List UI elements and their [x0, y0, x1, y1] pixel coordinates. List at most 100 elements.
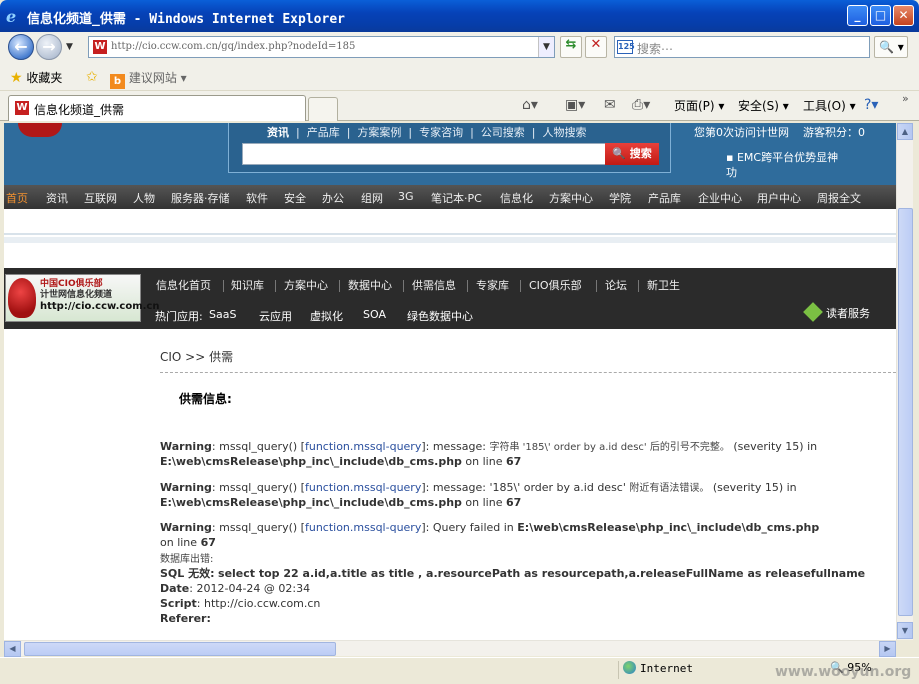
scroll-down-button[interactable]: ▼ [897, 622, 913, 639]
main-nav-item[interactable]: 用户中心 [757, 190, 801, 206]
safety-menu[interactable]: 安全(S) ▾ [738, 97, 789, 114]
top-nav-news[interactable]: 资讯 [267, 126, 289, 139]
favorites-button[interactable]: ★ 收藏夹 [10, 69, 62, 86]
function-doc-link[interactable]: function.mssql-query [305, 481, 421, 494]
print-icon[interactable]: ⎙▾ [632, 97, 650, 113]
hot-app-item[interactable]: 云应用 [259, 308, 292, 324]
main-nav-item[interactable]: 学院 [609, 190, 631, 206]
new-tab-button[interactable] [308, 97, 338, 121]
cio-nav-item[interactable]: 论坛 [605, 277, 627, 293]
error-block: Warning: mssql_query() [function.mssql-q… [160, 521, 866, 625]
main-nav-item[interactable]: 首页 [6, 190, 28, 206]
cio-nav-item[interactable]: 方案中心 [284, 277, 328, 293]
address-url[interactable]: http://cio.ccw.com.cn/gq/index.php?nodeI… [111, 41, 355, 52]
scroll-left-button[interactable]: ◀ [4, 641, 21, 657]
safety-menu-label: 安全(S) [738, 99, 779, 113]
home-icon[interactable]: ⌂▾ [522, 97, 538, 113]
scroll-up-button[interactable]: ▲ [897, 123, 913, 140]
main-nav-item[interactable]: 信息化 [500, 190, 533, 206]
suggested-sites-button[interactable]: b 建议网站 ▾ [110, 69, 187, 89]
error-on-line: on line [160, 536, 198, 549]
horizontal-scroll-thumb[interactable] [24, 642, 336, 656]
top-nav-cases[interactable]: 方案案例 [357, 126, 401, 139]
cio-nav-item[interactable]: 供需信息 [412, 277, 456, 293]
hot-app-item[interactable]: SaaS [209, 308, 236, 321]
maximize-button[interactable]: □ [870, 5, 891, 26]
site-search-button[interactable]: 🔍 搜索 [605, 143, 659, 165]
error-block: Warning: mssql_query() [function.mssql-q… [160, 440, 818, 468]
main-nav-item[interactable]: 方案中心 [549, 190, 593, 206]
vertical-scrollbar[interactable]: ▲ ▼ [896, 123, 913, 640]
emc-link[interactable]: ▪ EMC跨平台优势显神功 [726, 150, 846, 180]
nav-divider [339, 280, 340, 292]
function-doc-link[interactable]: function.mssql-query [305, 521, 421, 534]
search-provider-logo: 125 [617, 40, 635, 54]
cio-nav-item[interactable]: 新卫生 [647, 277, 680, 293]
main-nav-item[interactable]: 组网 [361, 190, 383, 206]
main-nav-item[interactable]: 软件 [246, 190, 268, 206]
history-dropdown-icon[interactable]: ▼ [66, 42, 73, 52]
error-function: mssql_query() [219, 440, 298, 453]
address-bar[interactable]: W http://cio.ccw.com.cn/gq/index.php?nod… [88, 36, 555, 58]
cio-nav-item[interactable]: 知识库 [231, 277, 264, 293]
tab-current[interactable]: W 信息化频道_供需 [8, 95, 306, 121]
page-menu[interactable]: 页面(P) ▾ [674, 97, 724, 114]
main-nav-item[interactable]: 周报全文 [817, 190, 861, 206]
main-nav-item[interactable]: 服务器·存储 [171, 190, 230, 206]
function-doc-link[interactable]: function.mssql-query [305, 440, 421, 453]
reader-service-link[interactable]: 读者服务 [803, 302, 870, 322]
site-search-input[interactable] [242, 143, 607, 165]
scroll-right-button[interactable]: ▶ [879, 641, 896, 657]
cio-nav-item[interactable]: 信息化首页 [156, 277, 211, 293]
top-nav-products[interactable]: 产品库 [307, 126, 340, 139]
horizontal-scrollbar[interactable]: ◀ ▶ [4, 640, 896, 657]
top-nav-people-search[interactable]: 人物搜索 [543, 126, 587, 139]
main-nav-item[interactable]: 资讯 [46, 190, 68, 206]
breadcrumb[interactable]: CIO >> 供需 [160, 348, 233, 365]
main-nav-item[interactable]: 笔记本·PC [431, 190, 482, 206]
main-nav-item[interactable]: 人物 [133, 190, 155, 206]
site-top-nav: 资讯 | 产品库 | 方案案例 | 专家咨询 | 公司搜索 | 人物搜索 [267, 126, 587, 139]
cio-nav-item[interactable]: 专家库 [476, 277, 509, 293]
back-button[interactable]: ← [8, 34, 34, 60]
search-placeholder[interactable]: 搜索⋯ [637, 40, 673, 57]
hot-app-item[interactable]: 虚拟化 [310, 308, 343, 324]
cio-nav-item[interactable]: 数据中心 [348, 277, 392, 293]
tools-menu[interactable]: 工具(O) ▾ [803, 97, 856, 114]
stop-button[interactable]: ✕ [585, 36, 607, 58]
main-nav-item[interactable]: 企业中心 [698, 190, 742, 206]
minimize-button[interactable]: _ [847, 5, 868, 26]
forward-button[interactable]: → [36, 34, 62, 60]
error-block: Warning: mssql_query() [function.mssql-q… [160, 481, 797, 509]
top-nav-company-search[interactable]: 公司搜索 [481, 126, 525, 139]
nav-divider [223, 280, 224, 292]
search-go-button[interactable]: 🔍 ▾ [874, 36, 908, 58]
main-nav-item[interactable]: 3G [398, 190, 414, 203]
hot-app-item[interactable]: 绿色数据中心 [407, 308, 473, 324]
hot-apps-label: 热门应用: [155, 310, 203, 323]
address-dropdown-icon[interactable]: ▼ [538, 37, 554, 57]
close-button[interactable]: ✕ [893, 5, 914, 26]
main-nav-item[interactable]: 产品库 [648, 190, 681, 206]
main-nav-item[interactable]: 办公 [322, 190, 344, 206]
main-nav-item[interactable]: 安全 [284, 190, 306, 206]
add-favorite-icon[interactable]: ✩ [86, 69, 98, 85]
security-zone[interactable]: Internet [618, 661, 778, 679]
cio-logo[interactable]: 中国CIO俱乐部 计世网信息化频道 http://cio.ccw.com.cn [5, 274, 159, 322]
chevron-right-icon[interactable]: » [902, 92, 909, 105]
script-value: http://cio.ccw.com.cn [203, 597, 321, 610]
main-nav-item[interactable]: 互联网 [84, 190, 117, 206]
feeds-icon[interactable]: ▣▾ [565, 97, 585, 113]
search-box[interactable]: 125 搜索⋯ [614, 36, 870, 58]
cio-nav-item[interactable]: CIO俱乐部 [529, 277, 582, 293]
vertical-scroll-thumb[interactable] [898, 208, 913, 616]
error-file-path: E:\web\cmsRelease\php_inc\_include\db_cm… [517, 521, 820, 534]
mail-icon[interactable]: ✉ [604, 97, 616, 113]
sql-label: SQL 无效: [160, 567, 215, 580]
refresh-button[interactable]: ⇆ [560, 36, 582, 58]
hot-app-item[interactable]: SOA [363, 308, 386, 321]
ie-icon: e [6, 7, 17, 26]
top-nav-experts[interactable]: 专家咨询 [419, 126, 463, 139]
help-icon[interactable]: ?▾ [864, 97, 878, 113]
error-message-cn: 字符串 '185\' order by a.id desc' 后的引号不完整。 [489, 442, 730, 453]
